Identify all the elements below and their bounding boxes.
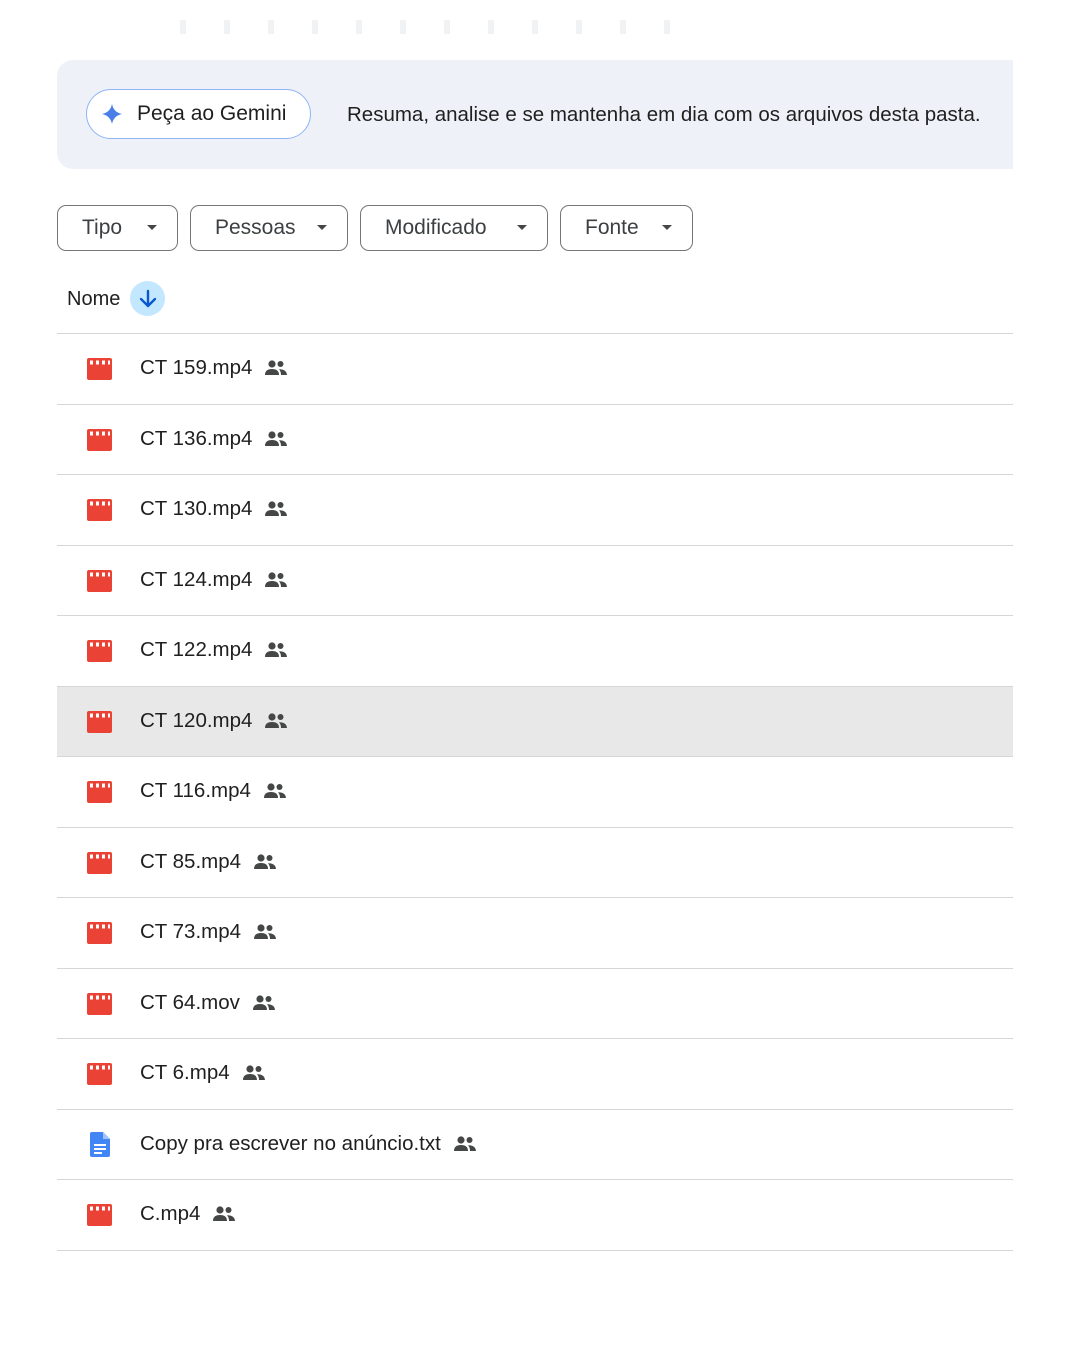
filter-source-label: Fonte [585,216,639,239]
file-name: CT 6.mp4 [140,1061,230,1084]
shared-people-icon [253,923,277,941]
file-row[interactable]: CT 136.mp4 [57,405,1013,475]
file-name: CT 159.mp4 [140,356,253,379]
file-name: CT 116.mp4 [140,779,251,802]
dropdown-caret-icon [147,225,157,230]
ask-gemini-button[interactable]: Peça ao Gemini [86,89,311,139]
file-list: CT 159.mp4 CT 136.mp4 CT 130.mp4 CT 124.mp4… [57,334,1013,1251]
file-row[interactable]: CT 64.mov [57,969,1013,1039]
shared-people-icon [212,1205,236,1223]
video-file-icon [87,781,112,803]
file-name: CT 122.mp4 [140,638,253,661]
gemini-description: Resuma, analise e se mantenha em dia com… [347,102,981,126]
video-file-icon [87,710,112,733]
video-file-icon [87,569,112,592]
video-file-icon [87,992,112,1015]
filter-type-chip[interactable]: Tipo [57,205,178,251]
shared-people-icon [252,994,276,1012]
shared-people-icon [264,359,288,377]
filter-modified-chip[interactable]: Modificado [360,205,548,251]
video-file-icon [87,1204,112,1226]
shared-people-icon [264,430,288,448]
file-row[interactable]: Copy pra escrever no anúncio.txt [57,1110,1013,1180]
list-header: Nome [57,280,1013,334]
shared-people-icon [253,853,277,871]
file-row[interactable]: CT 124.mp4 [57,546,1013,616]
ask-gemini-label: Peça ao Gemini [137,102,287,125]
shared-people-icon [263,782,287,800]
video-file-icon [87,499,112,521]
file-name: CT 73.mp4 [140,920,242,943]
arrow-down-icon [139,289,156,307]
file-row[interactable]: CT 85.mp4 [57,828,1013,898]
file-row[interactable]: CT 73.mp4 [57,898,1013,969]
file-row[interactable]: CT 6.mp4 [57,1039,1013,1110]
file-name: CT 85.mp4 [140,849,242,873]
file-row[interactable]: C.mp4 [57,1180,1013,1251]
file-name: CT 124.mp4 [140,567,253,591]
shared-people-icon [264,712,288,730]
shared-people-icon [264,571,288,589]
filter-people-chip[interactable]: Pessoas [190,205,348,251]
gemini-banner: Peça ao Gemini Resuma, analise e se mant… [57,60,1013,169]
video-file-icon [87,358,112,380]
file-name: CT 130.mp4 [140,497,253,520]
shared-people-icon [453,1135,477,1153]
file-name: CT 64.mov [140,990,240,1014]
filter-modified-label: Modificado [385,216,487,239]
filter-people-label: Pessoas [215,216,296,239]
shared-people-icon [242,1064,266,1082]
file-name: CT 136.mp4 [140,426,253,450]
video-file-icon [87,922,112,944]
filter-type-label: Tipo [82,216,123,239]
dropdown-caret-icon [517,225,527,230]
file-row[interactable]: CT 130.mp4 [57,475,1013,546]
shared-people-icon [264,500,288,518]
file-row[interactable]: CT 122.mp4 [57,616,1013,687]
sort-direction-button[interactable] [130,281,165,316]
text-document-icon [90,1131,115,1157]
file-name: CT 120.mp4 [140,708,253,732]
file-row[interactable]: CT 159.mp4 [57,334,1013,405]
file-name: Copy pra escrever no anúncio.txt [140,1131,441,1155]
filter-source-chip[interactable]: Fonte [560,205,693,251]
gemini-sparkle-icon [101,103,123,125]
video-file-icon [87,428,112,451]
video-file-icon [87,640,112,662]
dropdown-caret-icon [662,225,672,230]
name-column-header[interactable]: Nome [67,288,120,311]
dropdown-caret-icon [317,225,327,230]
file-row[interactable]: CT 116.mp4 [57,757,1013,828]
video-file-icon [87,851,112,874]
scrolled-header-remnant [180,20,700,34]
shared-people-icon [264,641,288,659]
file-row[interactable]: CT 120.mp4 [57,686,1013,757]
file-name: C.mp4 [140,1202,201,1225]
video-file-icon [87,1063,112,1085]
